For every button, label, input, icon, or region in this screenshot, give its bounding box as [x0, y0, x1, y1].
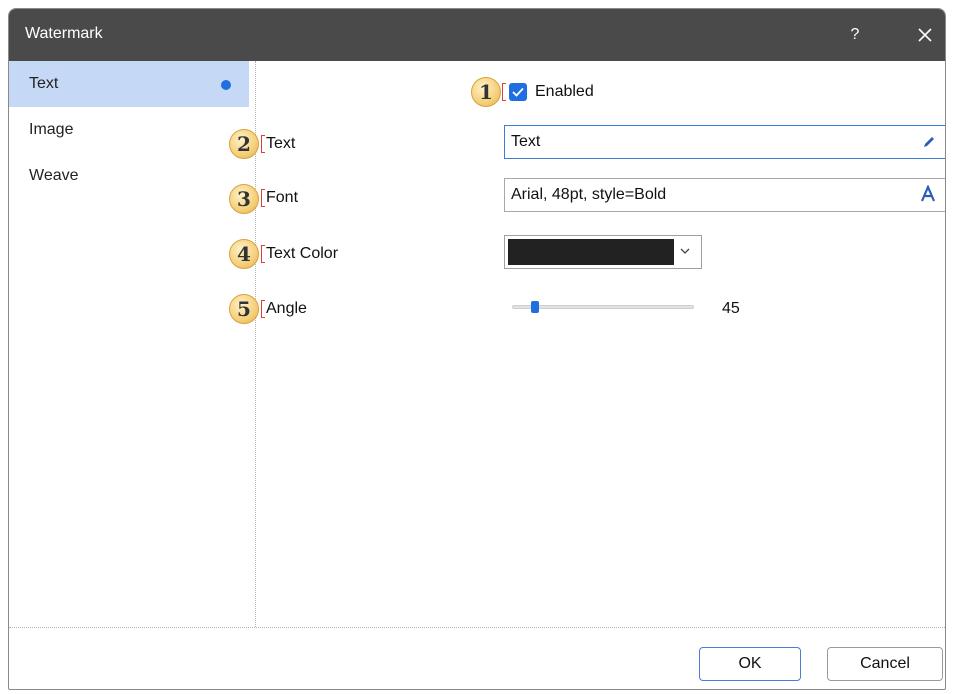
sidebar: Text Image Weave — [9, 61, 256, 627]
close-button[interactable] — [907, 19, 943, 51]
angle-slider-track[interactable] — [512, 305, 694, 309]
sidebar-item-label: Image — [29, 121, 74, 138]
footer-divider — [9, 627, 945, 628]
text-input-value: Text — [511, 133, 541, 150]
ok-button[interactable]: OK — [699, 647, 801, 681]
help-button[interactable]: ? — [835, 19, 875, 51]
color-swatch — [508, 239, 674, 265]
text-field-label: Text — [266, 135, 296, 152]
callout-bracket — [261, 300, 265, 318]
watermark-dialog: Watermark ? Text Image Weave 1 Enabled 2… — [8, 8, 946, 690]
text-color-picker[interactable] — [504, 235, 702, 269]
checkmark-icon — [512, 87, 524, 97]
chevron-down-icon[interactable] — [679, 247, 691, 255]
close-icon — [918, 28, 932, 42]
text-color-label: Text Color — [266, 245, 339, 262]
sidebar-item-image[interactable]: Image — [9, 107, 249, 153]
font-input[interactable]: Arial, 48pt, style=Bold — [504, 178, 945, 212]
callout-badge-5: 5 — [229, 294, 259, 324]
enabled-checkbox[interactable] — [509, 83, 527, 101]
enabled-label[interactable]: Enabled — [535, 83, 594, 101]
text-input[interactable]: Text — [504, 125, 945, 159]
sidebar-item-weave[interactable]: Weave — [9, 153, 249, 199]
angle-slider-thumb[interactable] — [530, 301, 539, 313]
font-field-label: Font — [266, 189, 299, 206]
callout-badge-3: 3 — [229, 184, 259, 214]
title-bar: Watermark ? — [9, 9, 945, 61]
callout-bracket — [261, 135, 265, 153]
window-title: Watermark — [25, 25, 103, 42]
callout-badge-1: 1 — [471, 77, 501, 107]
sidebar-item-label: Text — [29, 75, 59, 92]
callout-badge-2: 2 — [229, 129, 259, 159]
font-input-value: Arial, 48pt, style=Bold — [511, 186, 667, 203]
cancel-button[interactable]: Cancel — [827, 647, 943, 681]
font-icon[interactable] — [919, 185, 937, 203]
sidebar-item-label: Weave — [29, 167, 79, 184]
pencil-icon[interactable] — [921, 134, 937, 150]
angle-label: Angle — [266, 300, 307, 317]
callout-badge-4: 4 — [229, 239, 259, 269]
callout-bracket — [261, 245, 265, 263]
callout-bracket — [261, 189, 265, 207]
angle-value: 45 — [722, 300, 740, 317]
sidebar-item-text[interactable]: Text — [9, 61, 249, 107]
callout-bracket — [502, 83, 506, 101]
selected-indicator-icon — [221, 80, 231, 90]
